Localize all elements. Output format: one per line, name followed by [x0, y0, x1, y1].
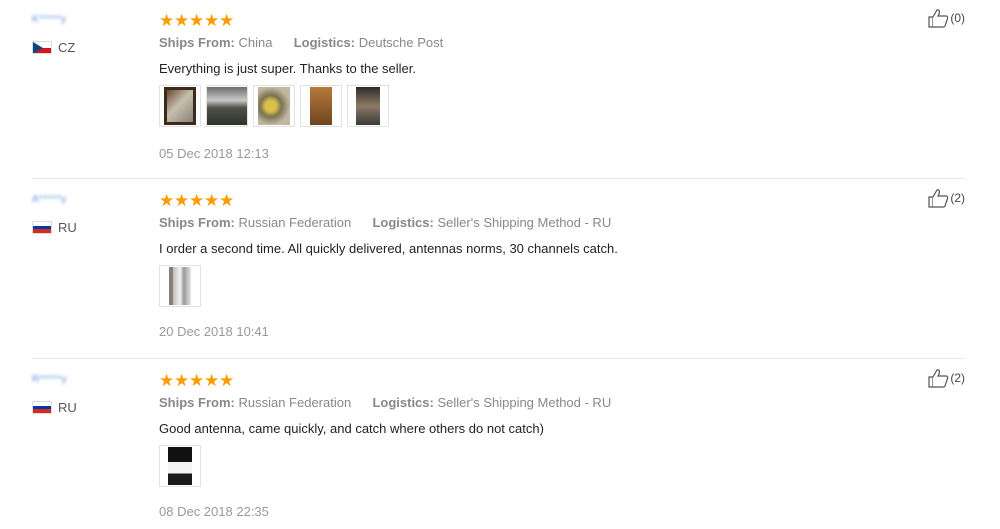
review-photo-thumbnail[interactable] [253, 85, 295, 127]
logistics-label: Logistics: [293, 35, 356, 50]
helpful-button[interactable]: (2) [927, 368, 965, 388]
logistics-value: Seller's Shipping Method - RU [437, 395, 612, 410]
review-photo-thumbnail[interactable] [159, 85, 201, 127]
helpful-count: (2) [950, 191, 965, 205]
review-photo-thumbnail[interactable] [159, 445, 201, 487]
thumbs-up-icon [928, 369, 949, 388]
ships-from-value: China [238, 35, 273, 50]
russia-flag-icon [32, 401, 52, 414]
star-icon: ★ [159, 371, 175, 390]
review-photos [159, 85, 394, 127]
shipping-info: Ships From: Russian Federation Logistics… [159, 395, 611, 410]
review-photos [159, 265, 206, 307]
russia-flag-icon [32, 221, 52, 234]
review-photo-thumbnail[interactable] [206, 85, 248, 127]
review-photo-thumbnail[interactable] [159, 265, 201, 307]
helpful-count: (2) [950, 371, 965, 385]
star-icon: ★ [219, 191, 235, 210]
star-icon: ★ [159, 191, 175, 210]
review-text: I order a second time. All quickly deliv… [159, 241, 618, 256]
country-code: RU [58, 400, 77, 415]
star-icon: ★ [204, 11, 220, 30]
review-text: Good antenna, came quickly, and catch wh… [159, 421, 544, 436]
reviewer-name[interactable]: R*****y [32, 374, 72, 385]
country-code: RU [58, 220, 77, 235]
star-icon: ★ [189, 11, 205, 30]
logistics-value: Seller's Shipping Method - RU [437, 215, 612, 230]
helpful-button[interactable]: (2) [927, 188, 965, 208]
ships-from-value: Russian Federation [238, 395, 352, 410]
czech-flag-icon [32, 41, 52, 54]
ships-from-label: Ships From: [159, 35, 235, 50]
thumbs-up-icon [928, 189, 949, 208]
review-photo-thumbnail[interactable] [300, 85, 342, 127]
helpful-count: (0) [950, 11, 965, 25]
star-rating: ★ ★ ★ ★ ★ [159, 12, 234, 30]
review-photo-thumbnail[interactable] [347, 85, 389, 127]
review-date: 20 Dec 2018 10:41 [159, 324, 269, 339]
reviewer-name[interactable]: A*****y [32, 194, 72, 205]
star-icon: ★ [174, 371, 190, 390]
star-icon: ★ [189, 371, 205, 390]
review-item: R*****y RU ★ ★ ★ ★ ★ Ships From: Russian… [32, 369, 965, 529]
star-rating: ★ ★ ★ ★ ★ [159, 192, 234, 210]
logistics-value: Deutsche Post [358, 35, 444, 50]
star-icon: ★ [204, 371, 220, 390]
helpful-button[interactable]: (0) [927, 8, 965, 28]
ships-from-label: Ships From: [159, 215, 235, 230]
review-date: 05 Dec 2018 12:13 [159, 146, 269, 161]
ships-from-label: Ships From: [159, 395, 235, 410]
shipping-info: Ships From: China Logistics: Deutsche Po… [159, 35, 443, 50]
star-icon: ★ [219, 11, 235, 30]
review-item: A*****y RU ★ ★ ★ ★ ★ Ships From: Russian… [32, 189, 965, 359]
star-rating: ★ ★ ★ ★ ★ [159, 372, 234, 390]
reviewer-country: RU [32, 400, 77, 415]
review-item: K*****y CZ ★ ★ ★ ★ ★ Ships From: China L… [32, 9, 965, 179]
reviewer-name[interactable]: K*****y [32, 14, 72, 25]
star-icon: ★ [204, 191, 220, 210]
review-photos [159, 445, 206, 487]
shipping-info: Ships From: Russian Federation Logistics… [159, 215, 611, 230]
country-code: CZ [58, 40, 76, 55]
reviewer-country: CZ [32, 40, 75, 55]
ships-from-value: Russian Federation [238, 215, 352, 230]
logistics-label: Logistics: [372, 395, 434, 410]
star-icon: ★ [219, 371, 235, 390]
thumbs-up-icon [928, 9, 949, 28]
star-icon: ★ [159, 11, 175, 30]
star-icon: ★ [174, 191, 190, 210]
reviewer-country: RU [32, 220, 77, 235]
logistics-label: Logistics: [372, 215, 434, 230]
star-icon: ★ [189, 191, 205, 210]
star-icon: ★ [174, 11, 190, 30]
review-text: Everything is just super. Thanks to the … [159, 61, 417, 76]
review-date: 08 Dec 2018 22:35 [159, 504, 269, 519]
